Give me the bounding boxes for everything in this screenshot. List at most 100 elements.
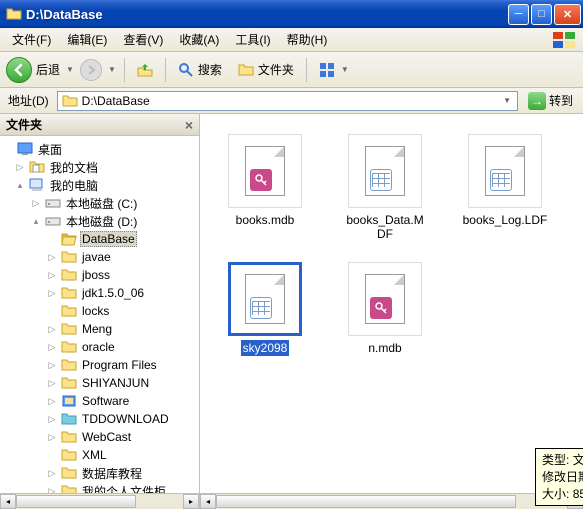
address-dropdown[interactable]: ▼ [501,96,513,105]
computer-icon [29,178,45,192]
folder-icon [61,340,77,354]
folder-icon [61,448,77,462]
file-item[interactable]: sky2098 [220,262,310,356]
views-dropdown: ▼ [339,65,351,74]
tree-mydocs[interactable]: ▷我的文档 [2,158,197,176]
tree-folder-xml[interactable]: XML [2,446,197,464]
folder-icon [61,322,77,336]
address-label: 地址(D) [4,92,53,109]
scroll-right-button[interactable]: ▸ [183,494,199,509]
close-button[interactable]: ✕ [554,4,581,25]
file-thumbnail [348,262,422,336]
search-label: 搜索 [198,61,222,78]
file-item[interactable]: books_Log.LDF [460,134,550,242]
tree-folder-software[interactable]: ▷Software [2,392,197,410]
search-button[interactable]: 搜索 [172,59,228,80]
folder-icon [62,94,78,108]
folder-icon [61,430,77,444]
back-arrow-icon [12,63,26,77]
back-dropdown[interactable]: ▼ [64,65,76,74]
views-icon [319,62,335,78]
scroll-left-button[interactable]: ◂ [0,494,16,509]
file-item[interactable]: n.mdb [340,262,430,356]
menu-view[interactable]: 查看(V) [115,29,171,50]
tree-folder-jboss[interactable]: ▷jboss [2,266,197,284]
search-icon [178,62,194,78]
tree-folder-jdk[interactable]: ▷jdk1.5.0_06 [2,284,197,302]
menu-edit[interactable]: 编辑(E) [59,29,115,50]
sidebar-close-button[interactable]: × [185,117,193,133]
software-icon [61,394,77,408]
scroll-track[interactable] [216,494,567,509]
file-view[interactable]: books.mdb books_Data.MDF books_Log.LDF sky2… [200,114,583,509]
views-button[interactable]: ▼ [313,60,357,80]
menubar: 文件(F) 编辑(E) 查看(V) 收藏(A) 工具(I) 帮助(H) [0,28,583,52]
maximize-button[interactable]: □ [531,4,552,25]
folder-icon [61,466,77,480]
go-button[interactable]: → 转到 [522,90,579,112]
sidebar-header: 文件夹 × [0,114,199,136]
minimize-button[interactable]: ─ [508,4,529,25]
scroll-thumb[interactable] [16,495,136,508]
scroll-left-button[interactable]: ◂ [200,494,216,509]
up-button[interactable] [131,60,159,80]
folder-open-icon [61,232,77,246]
data-grid-icon [490,169,512,191]
document-icon [245,274,285,324]
file-thumbnail [468,134,542,208]
tree-folder-shiyanjun[interactable]: ▷SHIYANJUN [2,374,197,392]
file-tooltip: 类型: 文件 修改日期: 2007-3-22 :15:06 大小: 850 KB [535,448,583,506]
tree-folder-locks[interactable]: locks [2,302,197,320]
document-icon [485,146,525,196]
tree-mycomputer[interactable]: ▴我的电脑 [2,176,197,194]
window-controls: ─ □ ✕ [508,4,581,25]
menu-help[interactable]: 帮助(H) [279,29,336,50]
folder-icon [61,304,77,318]
tree-folder-oracle[interactable]: ▷oracle [2,338,197,356]
forward-button[interactable] [80,59,102,81]
forward-arrow-icon [85,64,97,76]
toolbar-separator [124,58,125,82]
file-name: n.mdb [366,340,403,356]
tree-folder-tddownload[interactable]: ▷TDDOWNLOAD [2,410,197,428]
folder-tree[interactable]: 桌面 ▷我的文档 ▴我的电脑 ▷本地磁盘 (C:) ▴本地磁盘 (D:) Dat… [0,136,199,493]
scroll-thumb[interactable] [216,495,516,508]
tree-folder-database[interactable]: DataBase [2,230,197,248]
content-area: 文件夹 × 桌面 ▷我的文档 ▴我的电脑 ▷本地磁盘 (C:) ▴本地磁盘 (D… [0,114,583,509]
scroll-track[interactable] [16,494,183,509]
sidebar-hscrollbar[interactable]: ◂ ▸ [0,493,199,509]
forward-dropdown[interactable]: ▼ [106,65,118,74]
menu-file[interactable]: 文件(F) [4,29,59,50]
tree-desktop[interactable]: 桌面 [2,140,197,158]
up-folder-icon [137,62,153,78]
tree-folder-dbtutorial[interactable]: ▷数据库教程 [2,464,197,482]
menu-tools[interactable]: 工具(I) [227,29,278,50]
tree-drive-c[interactable]: ▷本地磁盘 (C:) [2,194,197,212]
toolbar: 后退 ▼ ▼ 搜索 文件夹 ▼ [0,52,583,88]
tree-folder-meng[interactable]: ▷Meng [2,320,197,338]
menu-favorites[interactable]: 收藏(A) [171,29,227,50]
folder-icon [61,412,77,426]
back-button[interactable] [6,57,32,83]
tree-drive-d[interactable]: ▴本地磁盘 (D:) [2,212,197,230]
windows-logo-icon [551,30,579,50]
access-key-icon [370,297,392,319]
file-item[interactable]: books.mdb [220,134,310,242]
tree-folder-personal[interactable]: ▷我的个人文件柜 [2,482,197,493]
main-hscrollbar[interactable]: ◂ ▸ [200,493,583,509]
file-name: books_Log.LDF [461,212,550,228]
drive-icon [45,214,61,228]
access-key-icon [250,169,272,191]
toolbar-separator [306,58,307,82]
document-icon [245,146,285,196]
file-name: books_Data.MDF [340,212,430,242]
folders-button[interactable]: 文件夹 [232,59,300,80]
tree-folder-webcast[interactable]: ▷WebCast [2,428,197,446]
tree-folder-javae[interactable]: ▷javae [2,248,197,266]
tree-folder-programfiles[interactable]: ▷Program Files [2,356,197,374]
folder-icon [61,484,77,493]
address-input[interactable]: D:\DataBase ▼ [57,91,518,111]
data-grid-icon [370,169,392,191]
folders-label: 文件夹 [258,61,294,78]
file-item[interactable]: books_Data.MDF [340,134,430,242]
